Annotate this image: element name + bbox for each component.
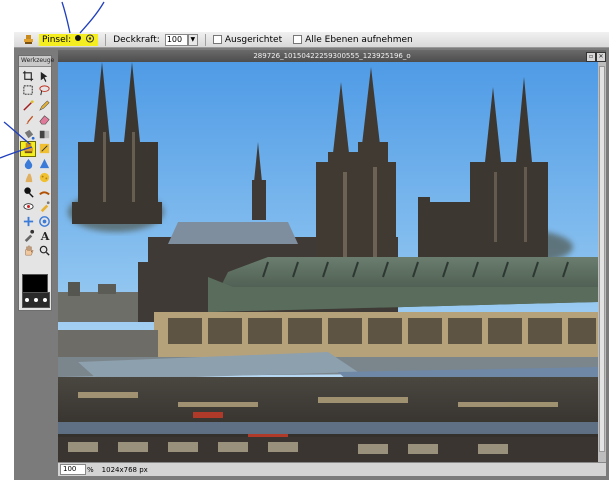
wand-icon[interactable] xyxy=(21,98,35,112)
vertical-scrollbar[interactable] xyxy=(598,62,606,462)
pinch-icon[interactable] xyxy=(37,214,51,228)
eyedropper-icon[interactable] xyxy=(21,229,35,243)
cathedral-photo xyxy=(58,62,598,462)
blur-icon[interactable] xyxy=(21,156,35,170)
toolbox-panel: Werkzeuge A xyxy=(18,55,54,311)
brush-preview-icon xyxy=(74,34,82,45)
swatch-options[interactable] xyxy=(22,292,50,308)
sponge-icon[interactable] xyxy=(37,171,51,185)
marquee-icon[interactable] xyxy=(21,84,35,98)
sample-all-layers-checkbox[interactable] xyxy=(293,35,303,44)
bloat-icon[interactable] xyxy=(21,214,35,228)
spot-heal-icon[interactable] xyxy=(37,200,51,214)
brush-icon[interactable] xyxy=(21,113,35,127)
divider xyxy=(204,33,206,46)
clone-stamp-icon[interactable] xyxy=(20,140,36,157)
color-replace-icon[interactable] xyxy=(37,142,51,156)
pencil-icon[interactable] xyxy=(37,98,51,112)
red-eye-icon[interactable] xyxy=(21,200,35,214)
dodge-icon[interactable] xyxy=(21,185,35,199)
hand-icon[interactable] xyxy=(21,243,35,257)
clone-stamp-tool-icon xyxy=(22,34,34,46)
bucket-icon[interactable] xyxy=(21,127,35,141)
toolbox-title: Werkzeuge xyxy=(19,56,54,67)
gradient-icon[interactable] xyxy=(37,127,51,141)
tool-grid: A xyxy=(19,67,51,258)
zoom-icon[interactable] xyxy=(37,243,51,257)
lasso-icon[interactable] xyxy=(37,84,51,98)
close-icon[interactable]: ✕ xyxy=(596,52,606,62)
zoom-input[interactable]: 100 xyxy=(60,464,86,475)
status-bar: 100 % 1024x768 px xyxy=(58,462,606,476)
divider xyxy=(105,33,107,46)
crop-icon[interactable] xyxy=(21,69,35,83)
opacity-dropdown-button[interactable]: ▼ xyxy=(187,33,198,46)
zoom-unit: % xyxy=(87,465,94,474)
aligned-label: Ausgerichtet xyxy=(224,34,283,45)
move-icon[interactable] xyxy=(37,69,51,83)
maximize-icon[interactable]: ▫ xyxy=(586,52,596,62)
sharpen-icon[interactable] xyxy=(37,156,51,170)
brush-label: Pinsel: xyxy=(42,34,72,45)
opacity-label: Deckkraft: xyxy=(113,34,160,45)
smudge-icon[interactable] xyxy=(21,171,35,185)
opacity-input[interactable]: 100 xyxy=(164,33,188,46)
image-canvas[interactable] xyxy=(58,62,598,462)
scrollbar-thumb[interactable] xyxy=(599,66,605,452)
aligned-checkbox[interactable] xyxy=(212,35,222,44)
eraser-icon[interactable] xyxy=(37,113,51,127)
brush-options-icon[interactable] xyxy=(85,34,95,46)
image-dimensions: 1024x768 px xyxy=(101,465,148,474)
svg-text:A: A xyxy=(39,230,49,242)
brush-selector[interactable]: Pinsel: xyxy=(39,33,99,46)
document-window: 289726_10150422259300555_123925196_o ▫ ✕ xyxy=(58,50,606,476)
sample-all-layers-label: Alle Ebenen aufnehmen xyxy=(305,34,413,45)
options-bar: Pinsel: Deckkraft: 100 ▼ Ausgerichtet Al… xyxy=(14,32,609,48)
type-icon[interactable]: A xyxy=(37,229,51,243)
document-title: 289726_10150422259300555_123925196_o xyxy=(58,50,606,62)
primary-color-swatch[interactable] xyxy=(22,274,48,293)
burn-icon[interactable] xyxy=(37,185,51,199)
